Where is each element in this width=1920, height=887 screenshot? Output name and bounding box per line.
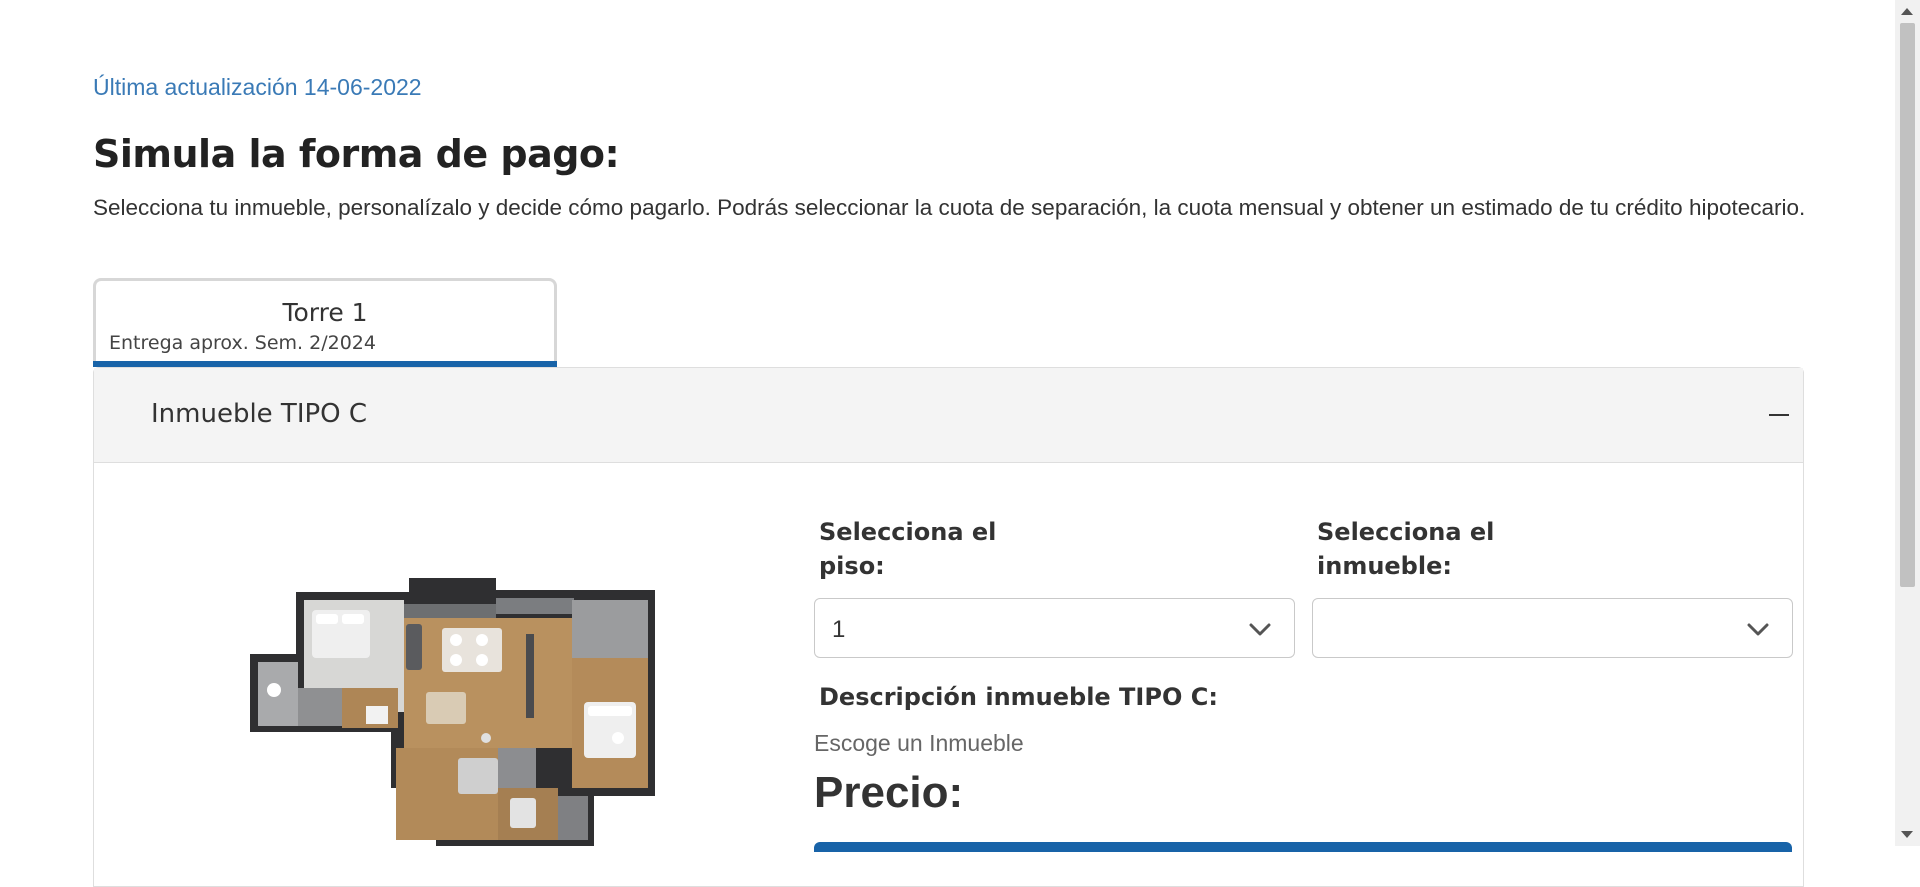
tab-label: Torre 1 (282, 298, 368, 327)
panel-title: Inmueble TIPO C (151, 399, 368, 429)
unit-select-label: Selecciona el inmueble: (1317, 518, 1495, 580)
page-title: Simula la forma de pago: (93, 132, 620, 176)
scroll-up-icon[interactable] (1901, 8, 1913, 15)
collapse-icon[interactable] (1769, 414, 1789, 416)
tab-sublabel: Entrega aprox. Sem. 2/2024 (109, 332, 376, 354)
floor-select-value: 1 (832, 616, 846, 643)
floor-select[interactable]: 1 (814, 598, 1295, 658)
description-label: Descripción inmueble TIPO C: (819, 683, 1218, 711)
scroll-down-icon[interactable] (1901, 831, 1913, 838)
chevron-down-icon (1747, 623, 1769, 636)
price-label: Precio: (814, 768, 964, 817)
vertical-scrollbar[interactable] (1895, 0, 1920, 846)
last-update-text: Última actualización 14-06-2022 (93, 74, 422, 100)
chevron-down-icon (1249, 623, 1271, 636)
action-bar[interactable] (814, 842, 1792, 852)
scrollbar-thumb[interactable] (1900, 23, 1915, 587)
tab-torre-1[interactable]: Torre 1 Entrega aprox. Sem. 2/2024 (93, 278, 557, 367)
unit-select[interactable] (1312, 598, 1793, 658)
floorplan-image (250, 578, 655, 846)
description-placeholder: Escoge un Inmueble (814, 730, 1024, 756)
panel-header[interactable]: Inmueble TIPO C (94, 368, 1803, 463)
page-description: Selecciona tu inmueble, personalízalo y … (93, 195, 1806, 220)
floor-select-label: Selecciona el piso: (819, 518, 997, 580)
